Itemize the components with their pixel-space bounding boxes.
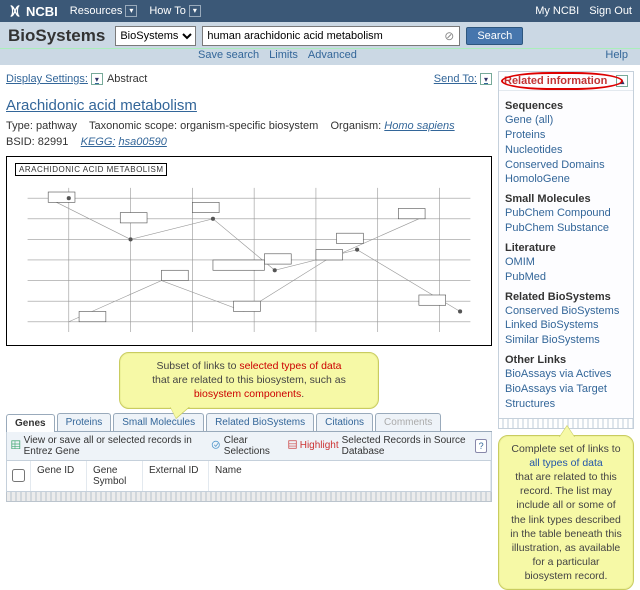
related-info-header[interactable]: Related information ▴	[499, 72, 633, 91]
highlight-icon	[288, 440, 297, 452]
side-link-proteins[interactable]: Proteins	[505, 128, 627, 143]
howto-menu[interactable]: How To ▾	[149, 5, 200, 17]
pathway-diagram[interactable]: ARACHIDONIC ACID METABOLISM	[6, 156, 492, 346]
tab-genes[interactable]: Genes	[6, 414, 55, 432]
search-input[interactable]	[202, 26, 460, 46]
chevron-down-icon: ▾	[125, 5, 137, 17]
display-mode-label: Abstract	[107, 73, 147, 85]
side-link-bioassays-via-actives[interactable]: BioAssays via Actives	[505, 367, 627, 382]
side-group-title: Related BioSystems	[505, 291, 627, 303]
result-controls: Display Settings: ▾ Abstract Send To: ▾	[6, 73, 492, 85]
record-title[interactable]: Arachidonic acid metabolism	[6, 97, 197, 114]
col-gene-symbol[interactable]: Gene Symbol	[87, 461, 143, 491]
select-all-checkbox[interactable]	[12, 469, 25, 482]
side-link-nucleotides[interactable]: Nucleotides	[505, 143, 627, 158]
kegg-id-link[interactable]: hsa00590	[119, 136, 167, 148]
col-name[interactable]: Name	[209, 461, 491, 491]
side-group-title: Sequences	[505, 100, 627, 112]
torn-edge	[6, 492, 492, 502]
view-save-records[interactable]: View or save all or selected records in …	[11, 435, 205, 457]
search-bar: BioSystems BioSystems ⊘ Search	[0, 22, 640, 49]
side-link-homologene[interactable]: HomoloGene	[505, 172, 627, 187]
collapse-icon[interactable]: ▴	[616, 75, 628, 87]
diagram-title: ARACHIDONIC ACID METABOLISM	[15, 163, 167, 176]
side-link-linked-biosystems[interactable]: Linked BioSystems	[505, 318, 627, 333]
side-link-structures[interactable]: Structures	[505, 397, 627, 412]
database-brand: BioSystems	[8, 26, 105, 46]
related-information-panel: Related information ▴ SequencesGene (all…	[498, 71, 634, 419]
side-group-title: Literature	[505, 242, 627, 254]
chevron-down-icon: ▾	[480, 73, 492, 85]
clear-selections[interactable]: Clear Selections	[211, 435, 281, 457]
table-toolbar: View or save all or selected records in …	[6, 432, 492, 461]
side-link-pubchem-compound[interactable]: PubChem Compound	[505, 206, 627, 221]
limits-link[interactable]: Limits	[269, 49, 298, 61]
side-link-bioassays-via-target[interactable]: BioAssays via Target	[505, 382, 627, 397]
side-link-gene-all-[interactable]: Gene (all)	[505, 113, 627, 128]
col-external-id[interactable]: External ID	[143, 461, 209, 491]
tab-proteins[interactable]: Proteins	[57, 413, 112, 431]
side-group-title: Small Molecules	[505, 193, 627, 205]
chevron-down-icon: ▾	[189, 5, 201, 17]
side-link-omim[interactable]: OMIM	[505, 255, 627, 270]
tab-citations[interactable]: Citations	[316, 413, 373, 431]
help-tooltip-icon[interactable]: ?	[475, 439, 487, 453]
save-search-link[interactable]: Save search	[198, 49, 259, 61]
side-link-pubmed[interactable]: PubMed	[505, 270, 627, 285]
tab-comments[interactable]: Comments	[375, 413, 441, 431]
side-link-pubchem-substance[interactable]: PubChem Substance	[505, 221, 627, 236]
side-group-title: Other Links	[505, 354, 627, 366]
advanced-link[interactable]: Advanced	[308, 49, 357, 61]
highlight-records[interactable]: Highlight Selected Records in Source Dat…	[288, 435, 470, 457]
gene-table-header: Gene ID Gene Symbol External ID Name	[6, 461, 492, 492]
table-icon	[11, 440, 21, 452]
component-tabs: GenesProteinsSmall MoleculesRelated BioS…	[6, 413, 492, 432]
search-button[interactable]: Search	[466, 27, 523, 45]
my-ncbi-link[interactable]: My NCBI	[535, 5, 579, 17]
callout-complete: Complete set of links to all types of da…	[498, 435, 634, 590]
resources-menu[interactable]: Resources ▾	[70, 5, 138, 17]
kegg-label-link[interactable]: KEGG:	[81, 136, 116, 148]
side-link-conserved-domains[interactable]: Conserved Domains	[505, 158, 627, 173]
organism-link[interactable]: Homo sapiens	[384, 120, 454, 132]
callout-subset: Subset of links to selected types of dat…	[119, 352, 379, 409]
global-header: NCBI Resources ▾ How To ▾ My NCBI Sign O…	[0, 0, 640, 22]
chevron-down-icon: ▾	[91, 73, 103, 85]
display-settings[interactable]: Display Settings: ▾	[6, 73, 103, 85]
record-meta-line1: Type: pathway Taxonomic scope: organism-…	[6, 120, 492, 132]
database-select[interactable]: BioSystems	[115, 26, 196, 46]
side-link-similar-biosystems[interactable]: Similar BioSystems	[505, 333, 627, 348]
ncbi-logo[interactable]: NCBI	[8, 4, 58, 19]
tab-small-molecules[interactable]: Small Molecules	[113, 413, 204, 431]
sign-out-link[interactable]: Sign Out	[589, 5, 632, 17]
clear-icon	[211, 440, 221, 452]
send-to[interactable]: Send To: ▾	[434, 73, 492, 85]
search-sublinks: Save search Limits Advanced Help	[0, 49, 640, 65]
side-link-conserved-biosystems[interactable]: Conserved BioSystems	[505, 304, 627, 319]
help-link[interactable]: Help	[605, 49, 628, 61]
tab-related-biosystems[interactable]: Related BioSystems	[206, 413, 314, 431]
clear-search-icon[interactable]: ⊘	[442, 29, 456, 43]
record-meta-line2: BSID: 82991 KEGG: hsa00590	[6, 136, 492, 148]
ncbi-logo-icon	[8, 4, 22, 18]
col-gene-id[interactable]: Gene ID	[31, 461, 87, 491]
